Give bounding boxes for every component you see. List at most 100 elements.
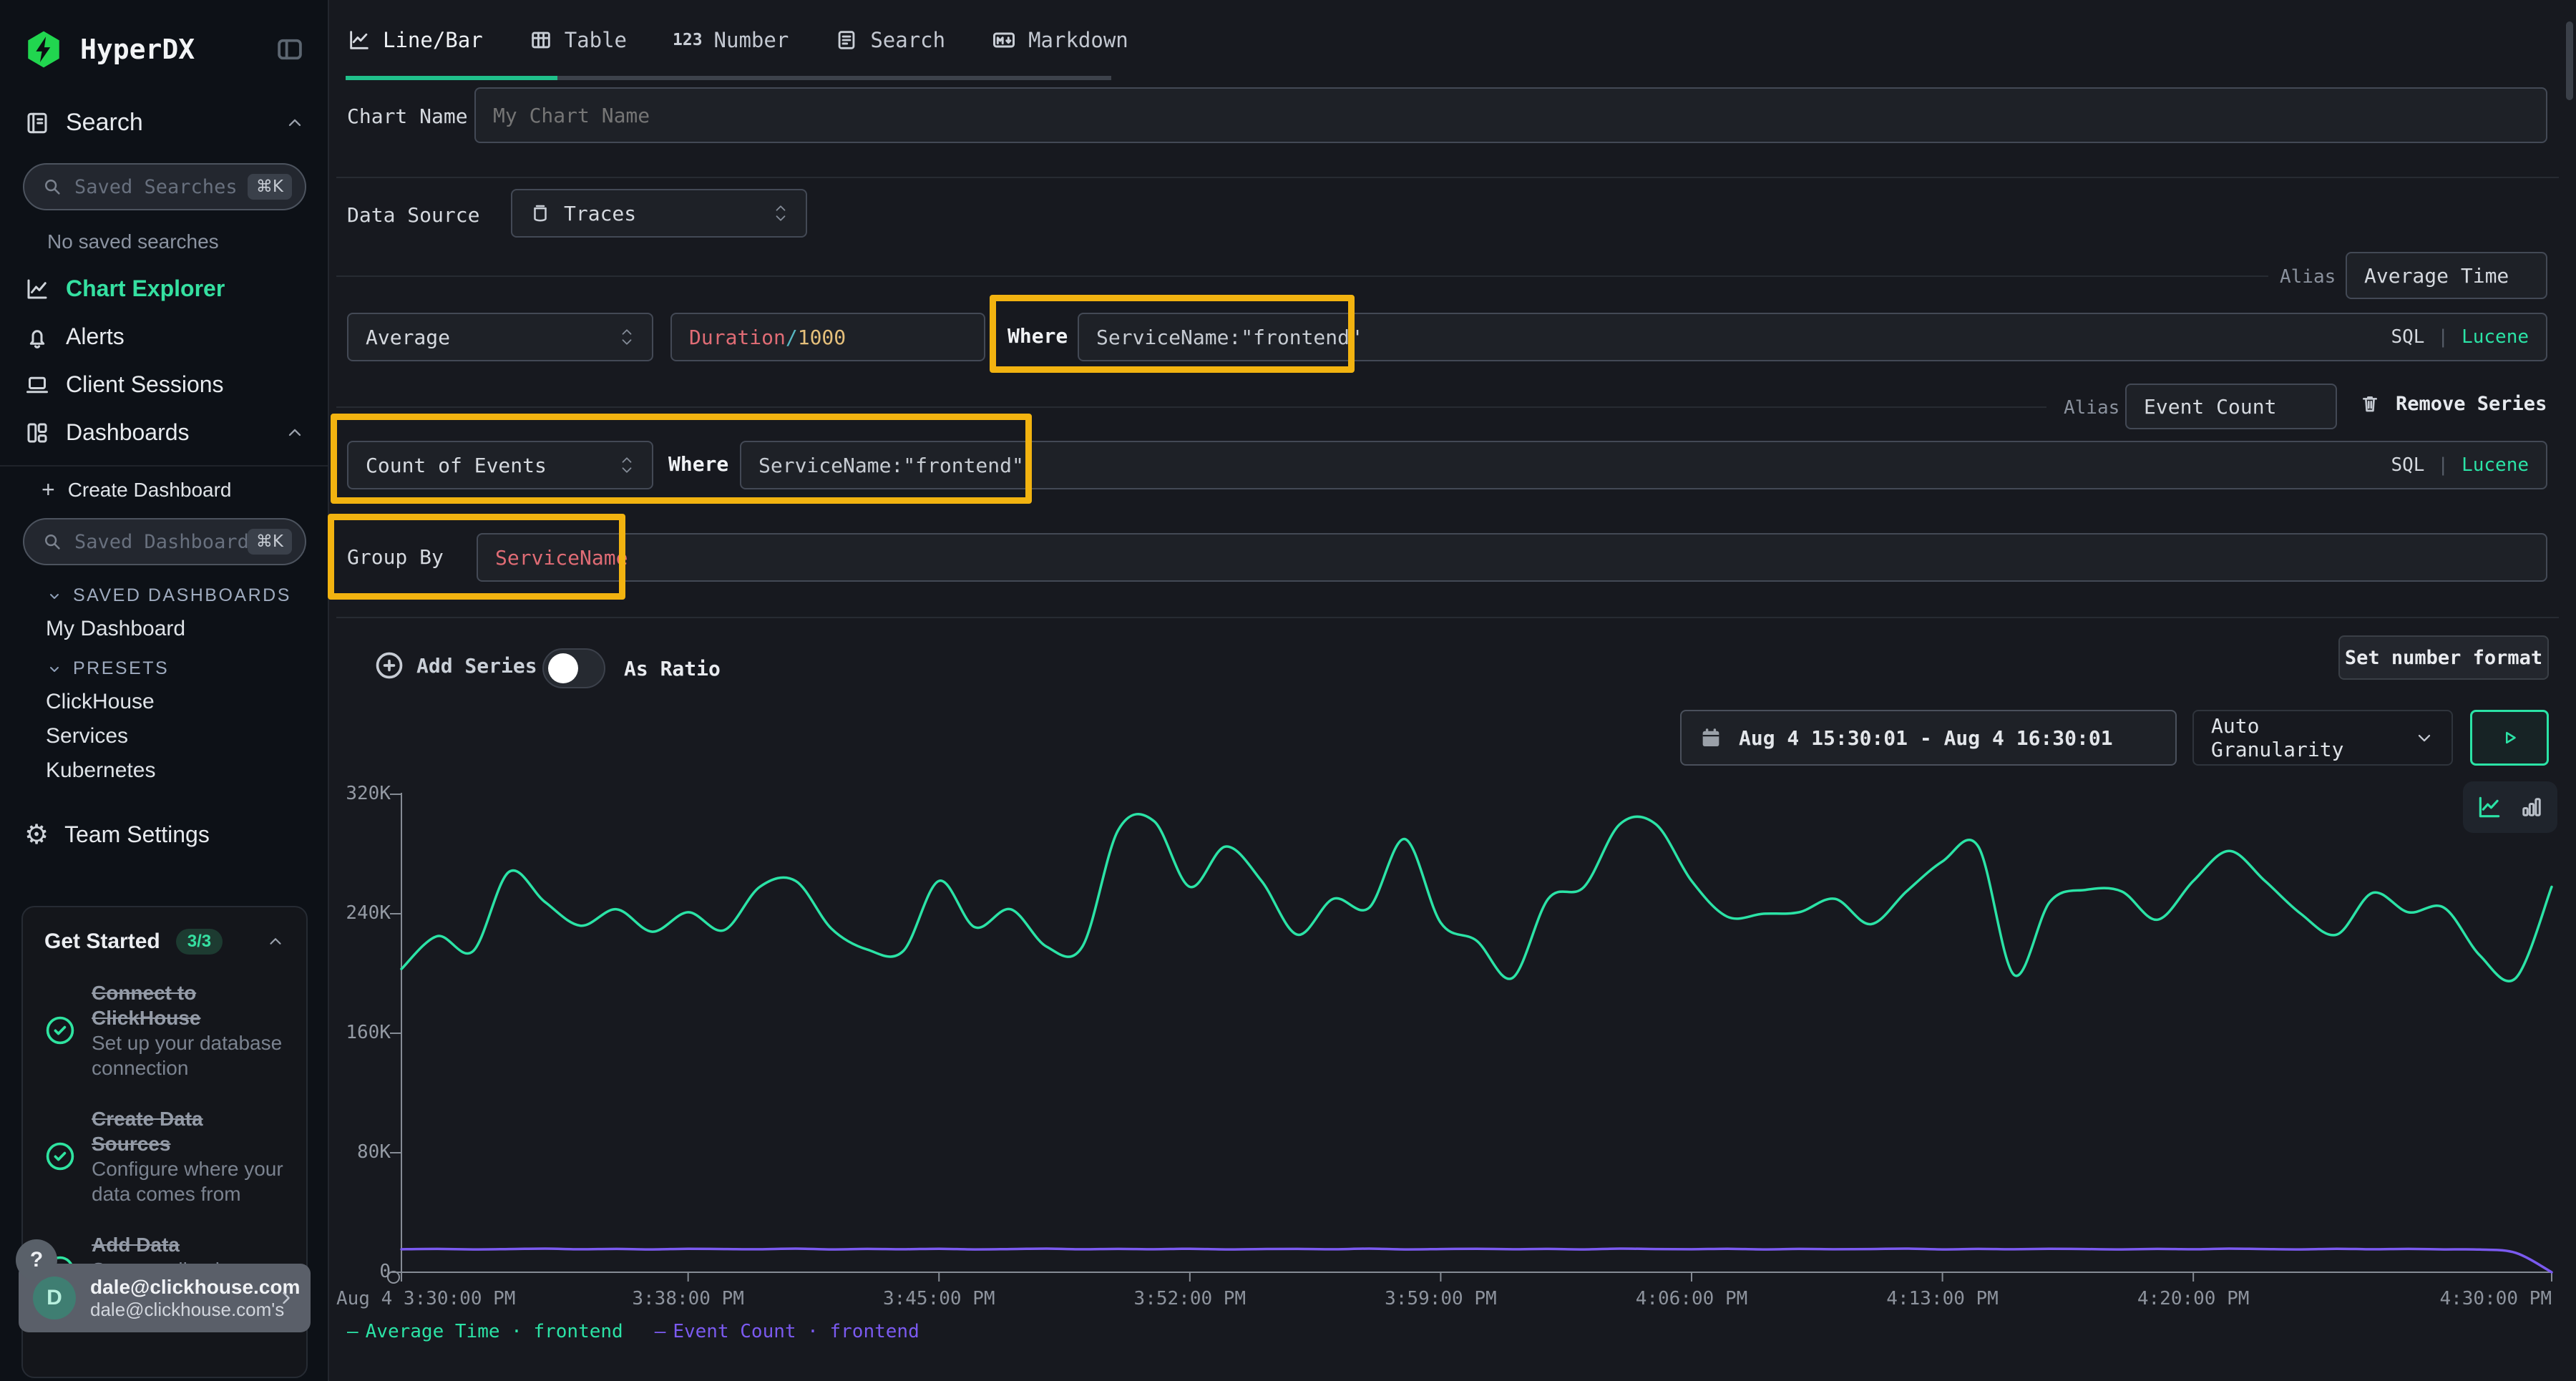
task-desc: Set up your database connection <box>92 1032 282 1079</box>
sidebar-item-team-settings[interactable]: ⚙ Team Settings <box>24 819 305 850</box>
markdown-icon <box>991 27 1017 53</box>
chevron-up-icon[interactable] <box>285 113 305 133</box>
create-dashboard-button[interactable]: + Create Dashboard <box>42 477 306 503</box>
user-menu[interactable]: D dale@clickhouse.com dale@clickhouse.co… <box>19 1264 311 1332</box>
search-icon <box>42 531 63 552</box>
no-saved-searches-text: No saved searches <box>47 230 219 253</box>
collapse-sidebar-icon[interactable] <box>273 34 306 64</box>
sidebar-item-kubernetes[interactable]: Kubernetes <box>46 758 155 783</box>
tab-markdown[interactable]: Markdown <box>991 27 1128 53</box>
axis-ticks <box>390 794 2552 1282</box>
lucene-mode-button[interactable]: Lucene <box>2462 454 2529 476</box>
saved-dashboards-input[interactable]: ⌘K <box>23 518 306 565</box>
tab-line-bar[interactable]: Line/Bar <box>347 28 483 52</box>
line-chart-icon <box>347 28 371 52</box>
series2-alias-input[interactable]: Event Count <box>2125 384 2337 429</box>
average-time-line <box>401 814 2552 981</box>
brand-name: HyperDX <box>80 34 195 65</box>
series2-aggregation-value: Count of Events <box>366 454 547 477</box>
sidebar: HyperDX Search ⌘K No saved searches <box>0 0 329 1381</box>
series1-alias-input[interactable]: Average Time <box>2346 252 2547 299</box>
get-started-item[interactable]: Connect to ClickHouse Set up your databa… <box>44 980 285 1080</box>
sidebar-section-search[interactable]: Search <box>24 109 305 137</box>
series2-aggregation-select[interactable]: Count of Events <box>347 441 653 489</box>
database-icon <box>530 202 551 224</box>
sidebar-item-services[interactable]: Services <box>46 724 128 748</box>
legend-marker: — <box>347 1321 358 1342</box>
gear-icon: ⚙ <box>24 819 49 850</box>
section-saved-dashboards-label: SAVED DASHBOARDS <box>73 585 291 606</box>
help-button[interactable]: ? <box>16 1239 57 1281</box>
saved-searches-input[interactable]: ⌘K <box>23 163 306 210</box>
tab-underline-track <box>557 76 1111 80</box>
series1-where-input[interactable]: ServiceName:"frontend" SQL | Lucene <box>1078 313 2547 361</box>
sidebar-item-chart-explorer[interactable]: Chart Explorer <box>24 275 305 302</box>
x-tick-label: 4:30:00 PM <box>2251 1288 2552 1309</box>
document-list-icon <box>834 28 859 52</box>
series2-alias-value: Event Count <box>2144 395 2276 419</box>
task-title: Add Data <box>92 1234 180 1256</box>
sidebar-item-dashboards[interactable]: Dashboards <box>24 419 305 446</box>
sidebar-item-clickhouse[interactable]: ClickHouse <box>46 690 155 714</box>
sidebar-item-my-dashboard[interactable]: My Dashboard <box>46 617 185 641</box>
chart-name-field[interactable] <box>493 104 2529 127</box>
date-range-picker[interactable]: Aug 4 15:30:01 - Aug 4 16:30:01 <box>1680 710 2177 766</box>
series1-alias-value: Average Time <box>2364 264 2509 288</box>
lucene-mode-button[interactable]: Lucene <box>2462 326 2529 348</box>
legend-item-event-count[interactable]: — Event Count · frontend <box>655 1321 919 1342</box>
task-desc: Configure where your data comes from <box>92 1158 283 1205</box>
avatar: D <box>33 1277 76 1319</box>
get-started-header[interactable]: Get Started 3/3 <box>44 929 285 955</box>
legend-marker: — <box>655 1321 666 1342</box>
saved-dashboards-field[interactable] <box>74 531 248 553</box>
y-tick-label: 80K <box>326 1141 391 1163</box>
series2-where-value: ServiceName:"frontend" <box>758 454 1024 477</box>
search-icon <box>42 176 63 197</box>
series1-aggregation-select[interactable]: Average <box>347 313 653 361</box>
tab-table[interactable]: Table <box>529 28 627 52</box>
circle-plus-icon <box>374 650 405 681</box>
group-by-input[interactable]: ServiceName <box>477 533 2547 582</box>
series2-where-label: Where <box>668 452 728 476</box>
alias-label: Alias <box>2064 397 2119 419</box>
as-ratio-toggle[interactable] <box>542 648 605 688</box>
data-source-value: Traces <box>564 202 636 225</box>
scrollbar-thumb[interactable] <box>2566 21 2573 100</box>
tab-number[interactable]: 123 Number <box>673 28 789 52</box>
add-series-button[interactable]: Add Series <box>374 650 537 681</box>
section-divider <box>336 177 2559 178</box>
get-started-title: Get Started <box>44 929 160 954</box>
granularity-select[interactable]: Auto Granularity <box>2192 710 2453 766</box>
play-icon <box>2499 727 2520 748</box>
tab-label: Line/Bar <box>383 28 483 52</box>
sql-mode-button[interactable]: SQL <box>2391 454 2424 476</box>
series1-field-input[interactable]: Duration/1000 <box>670 313 985 361</box>
tab-label: Search <box>870 28 945 52</box>
section-saved-dashboards[interactable]: SAVED DASHBOARDS <box>46 585 291 606</box>
tab-search[interactable]: Search <box>834 28 945 52</box>
timeseries-chart[interactable] <box>385 784 2555 1285</box>
chart-explorer-label: Chart Explorer <box>66 275 225 302</box>
chevron-up-icon[interactable] <box>285 423 305 443</box>
remove-series-button[interactable]: Remove Series <box>2358 392 2547 415</box>
field-1000: 1000 <box>798 326 846 349</box>
set-number-format-button[interactable]: Set number format <box>2338 635 2549 680</box>
series1-where-label: Where <box>1008 324 1068 348</box>
section-presets[interactable]: PRESETS <box>46 658 169 679</box>
series-divider <box>336 406 2046 408</box>
run-query-button[interactable] <box>2470 710 2549 766</box>
chart-name-input[interactable] <box>474 87 2547 143</box>
sql-mode-button[interactable]: SQL <box>2391 326 2424 348</box>
chevron-up-icon[interactable] <box>266 932 285 951</box>
select-chevrons-icon <box>773 204 789 223</box>
sidebar-item-alerts[interactable]: Alerts <box>24 323 305 350</box>
event-count-line <box>401 1249 2552 1272</box>
data-source-select[interactable]: Traces <box>511 189 807 238</box>
legend-item-average-time[interactable]: — Average Time · frontend <box>347 1321 623 1342</box>
saved-searches-field[interactable] <box>74 176 248 198</box>
get-started-item[interactable]: Create Data Sources Configure where your… <box>44 1106 285 1206</box>
series1-where-value: ServiceName:"frontend" <box>1096 326 1362 349</box>
trash-icon <box>2358 392 2381 415</box>
sidebar-item-client-sessions[interactable]: Client Sessions <box>24 371 305 398</box>
series2-where-input[interactable]: ServiceName:"frontend" SQL | Lucene <box>740 441 2547 489</box>
